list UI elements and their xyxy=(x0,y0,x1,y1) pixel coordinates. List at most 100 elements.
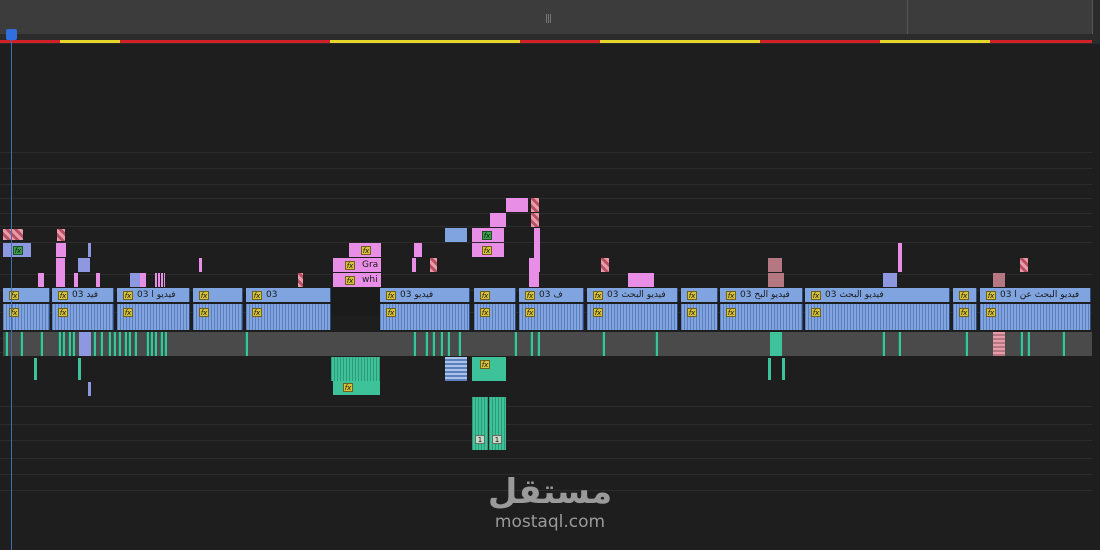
audio-clip[interactable] xyxy=(146,332,149,356)
audio-clip[interactable]: fx xyxy=(980,304,1091,330)
adjustment-clip[interactable] xyxy=(768,258,782,272)
audio-clip[interactable] xyxy=(782,358,785,380)
adjustment-clip[interactable] xyxy=(3,229,23,240)
video-clip[interactable]: fx xyxy=(193,288,243,302)
graphic-clip[interactable] xyxy=(883,273,897,287)
audio-clip[interactable]: fx xyxy=(681,304,718,330)
audio-clip[interactable] xyxy=(72,332,75,356)
gap[interactable] xyxy=(331,288,380,316)
audio-clip[interactable] xyxy=(34,358,37,380)
graphic-clip[interactable]: fx xyxy=(472,243,504,257)
audio-clip[interactable]: fx xyxy=(117,304,190,330)
audio-clip[interactable] xyxy=(993,332,1005,356)
video-clip[interactable]: fx 03 فيديو xyxy=(380,288,470,302)
graphic-clip[interactable] xyxy=(56,243,66,257)
audio-clip[interactable] xyxy=(100,332,103,356)
graphic-clip[interactable] xyxy=(506,198,528,212)
audio-clip[interactable] xyxy=(602,332,605,356)
timeline-ruler[interactable]: ||| xyxy=(0,0,1100,44)
audio-clip[interactable] xyxy=(770,332,782,356)
audio-clip[interactable] xyxy=(58,332,61,356)
graphic-clip[interactable] xyxy=(199,258,202,272)
audio-clip[interactable]: fx xyxy=(333,381,380,395)
video-clip[interactable]: fx 03 فيديو البحث xyxy=(587,288,678,302)
video-clip[interactable]: fx 03 فيديو البح xyxy=(720,288,803,302)
playhead-line[interactable] xyxy=(11,40,12,550)
graphic-clip[interactable] xyxy=(490,213,506,227)
audio-clip[interactable] xyxy=(1062,332,1065,356)
audio-clip[interactable]: fx xyxy=(587,304,678,330)
timeline-zoom-scrollbar[interactable]: ||| xyxy=(0,0,1093,34)
audio-clip[interactable] xyxy=(965,332,968,356)
adjustment-clip[interactable] xyxy=(531,213,539,227)
video-clip[interactable]: fx 03 ف xyxy=(519,288,584,302)
audio-clip[interactable] xyxy=(108,332,111,356)
graphic-clip[interactable] xyxy=(38,273,44,287)
audio-clip[interactable] xyxy=(447,332,450,356)
audio-clip[interactable]: 1 xyxy=(489,397,506,450)
adjustment-clip[interactable] xyxy=(531,198,539,212)
graphic-clip[interactable] xyxy=(130,273,140,287)
audio-clip[interactable]: fx xyxy=(246,304,331,330)
graphic-clip[interactable] xyxy=(140,273,146,287)
audio-clip[interactable] xyxy=(1020,332,1023,356)
graphic-clip[interactable] xyxy=(74,273,78,287)
audio-clip[interactable]: fx xyxy=(953,304,977,330)
graphic-clip[interactable] xyxy=(96,273,100,287)
audio-clip[interactable]: fx xyxy=(474,304,516,330)
audio-clip[interactable] xyxy=(154,332,157,356)
video-clip[interactable]: fx 03 فيديو البحث عن ا xyxy=(980,288,1091,302)
audio-clip[interactable] xyxy=(1027,332,1030,356)
audio-clip[interactable] xyxy=(882,332,885,356)
graphic-clip[interactable] xyxy=(898,243,902,272)
audio-clip[interactable] xyxy=(164,332,167,356)
audio-clip[interactable] xyxy=(118,332,121,356)
graphic-clip[interactable] xyxy=(298,273,303,287)
audio-clip[interactable]: fx xyxy=(193,304,243,330)
audio-clip[interactable]: fx xyxy=(805,304,950,330)
audio-clip[interactable]: 1 xyxy=(472,397,488,450)
graphic-clip[interactable] xyxy=(529,258,539,287)
video-clip[interactable]: fx 03 فيديو ا xyxy=(117,288,190,302)
graphic-clip[interactable]: fx xyxy=(472,228,504,242)
audio-clip[interactable] xyxy=(413,332,416,356)
audio-clip[interactable] xyxy=(537,332,540,356)
video-clip[interactable]: fx 03 فيد xyxy=(52,288,114,302)
graphic-clip[interactable] xyxy=(628,273,654,287)
audio-clip[interactable] xyxy=(160,332,163,356)
audio-clip[interactable] xyxy=(440,332,443,356)
audio-clip[interactable] xyxy=(458,332,461,356)
graphic-clip[interactable] xyxy=(412,258,416,272)
graphic-clip[interactable]: fx Gra xyxy=(333,258,381,272)
audio-clip[interactable] xyxy=(768,358,771,380)
audio-clip[interactable] xyxy=(425,332,428,356)
audio-clip[interactable] xyxy=(40,332,43,356)
graphic-clip[interactable] xyxy=(78,258,90,272)
audio-clip[interactable]: fx xyxy=(472,357,506,381)
audio-clip[interactable] xyxy=(62,332,65,356)
audio-clip[interactable] xyxy=(331,357,380,381)
scrollbar-grip-icon[interactable]: ||| xyxy=(545,14,552,24)
audio-clip[interactable] xyxy=(445,357,467,381)
graphic-clip[interactable] xyxy=(430,258,437,272)
graphic-clip[interactable] xyxy=(56,258,65,287)
audio-clip[interactable] xyxy=(134,332,137,356)
audio-clip[interactable] xyxy=(113,332,116,356)
audio-clip[interactable] xyxy=(898,332,901,356)
audio-clip[interactable] xyxy=(93,332,96,356)
audio-clip[interactable] xyxy=(655,332,658,356)
graphic-clip[interactable]: fx xyxy=(3,243,31,257)
audio-clip[interactable] xyxy=(78,358,81,380)
audio-clip[interactable] xyxy=(124,332,127,356)
adjustment-clip[interactable] xyxy=(993,273,1005,287)
graphic-clip[interactable] xyxy=(155,273,165,287)
graphic-clip[interactable] xyxy=(414,243,422,257)
audio-clip[interactable] xyxy=(245,332,248,356)
audio-clip[interactable] xyxy=(88,382,91,396)
video-clip[interactable]: fx 03 xyxy=(246,288,331,302)
playhead-handle[interactable] xyxy=(6,29,17,40)
audio-clip[interactable]: fx xyxy=(720,304,803,330)
audio-clip[interactable]: fx xyxy=(519,304,584,330)
adjustment-clip[interactable] xyxy=(768,273,784,287)
audio-clip[interactable] xyxy=(150,332,153,356)
